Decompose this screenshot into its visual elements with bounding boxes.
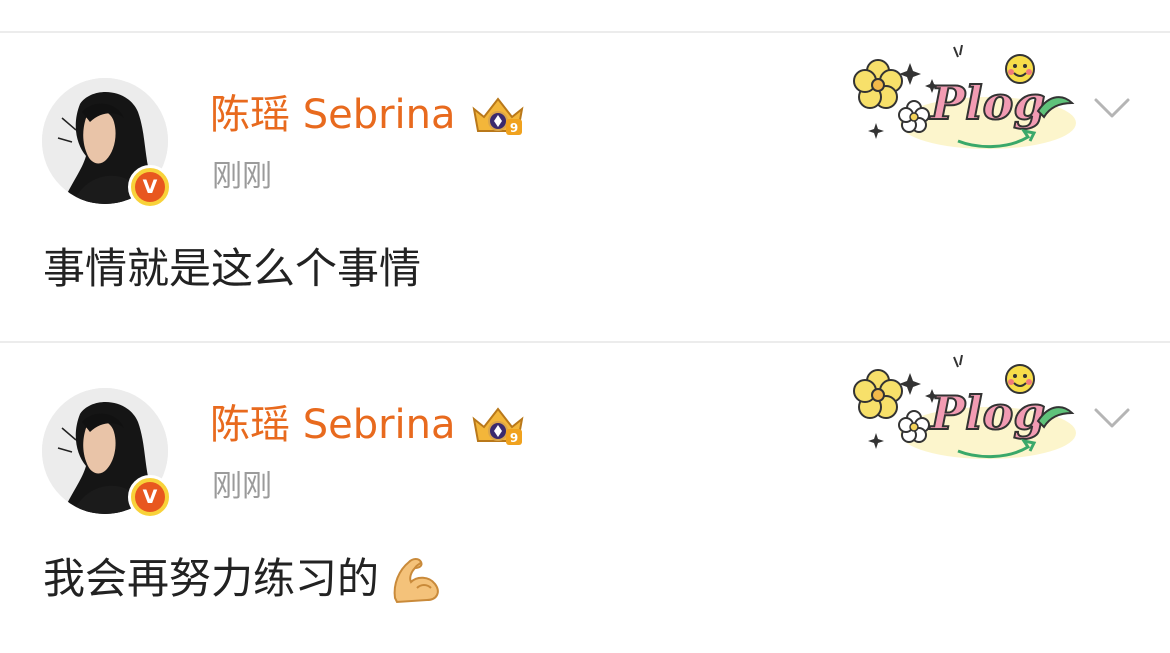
vip-crown-icon[interactable]: 9 (468, 91, 528, 139)
svg-text:9: 9 (510, 121, 518, 135)
svg-text:Plog: Plog (929, 386, 1046, 440)
post-text-content: 事情就是这么个事情 (43, 244, 422, 293)
chevron-down-icon[interactable] (1092, 405, 1132, 431)
chevron-down-icon[interactable] (1092, 95, 1132, 121)
post-text: 我会再努力练习的 (43, 553, 443, 605)
feed-post: V 陈瑶 Sebrina 9 刚刚 Plog (0, 343, 1170, 653)
username[interactable]: 陈瑶 Sebrina (210, 401, 456, 449)
vip-crown-icon[interactable]: 9 (468, 401, 528, 449)
svg-text:Plog: Plog (929, 76, 1046, 130)
post-text: 事情就是这么个事情 (43, 243, 421, 295)
timestamp: 刚刚 (212, 469, 272, 504)
svg-text:9: 9 (510, 431, 518, 445)
verified-badge-icon: V (128, 165, 172, 209)
flexed-biceps-icon (393, 558, 439, 604)
post-text-content: 我会再努力练习的 (43, 554, 380, 603)
plog-sticker-icon: Plog (853, 45, 1076, 149)
verified-badge-icon: V (128, 475, 172, 519)
timestamp: 刚刚 (212, 159, 272, 194)
feed-post: V 陈瑶 Sebrina 9 刚刚 Plog (0, 33, 1170, 343)
username[interactable]: 陈瑶 Sebrina (210, 91, 456, 139)
plog-sticker-icon: Plog (853, 355, 1076, 459)
